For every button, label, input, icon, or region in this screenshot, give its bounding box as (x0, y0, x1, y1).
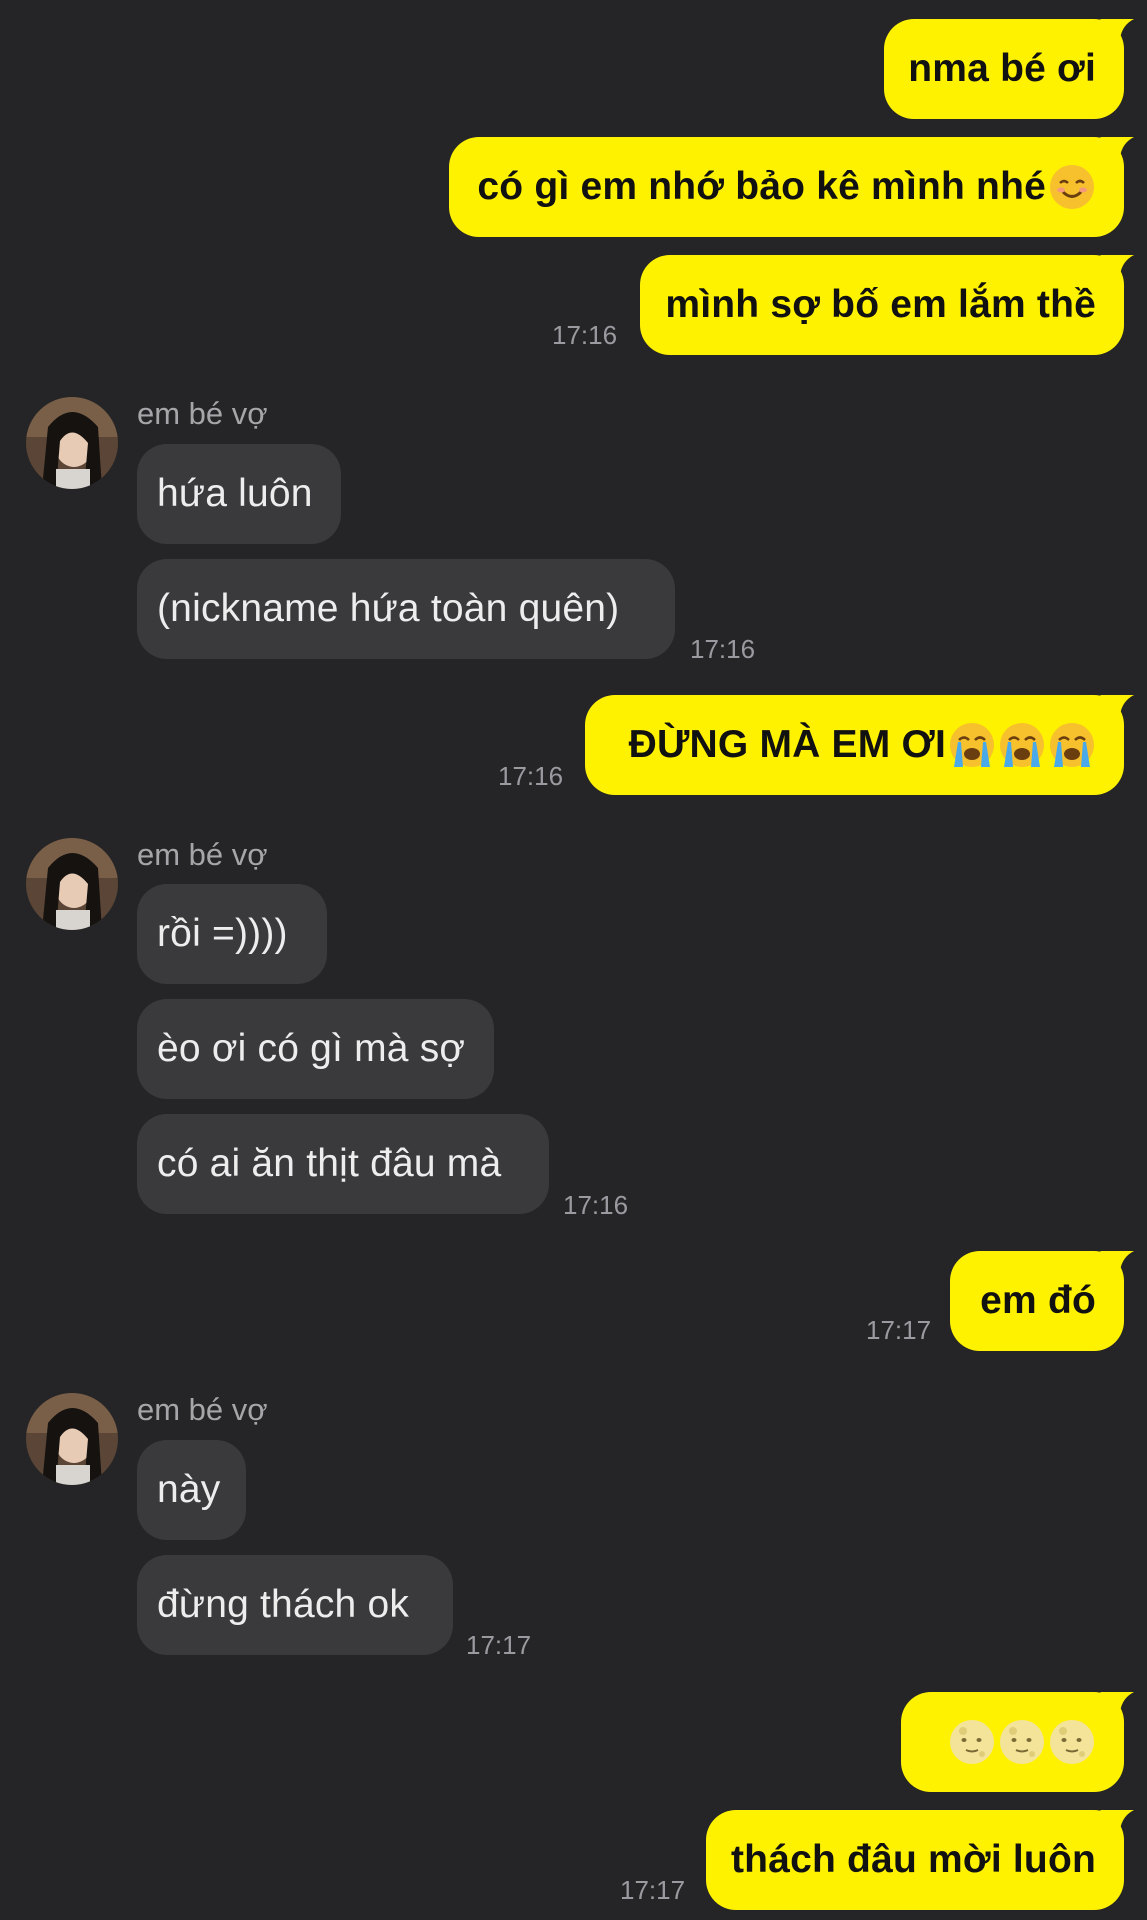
contact-avatar[interactable] (26, 397, 118, 489)
message-text: hứa luôn (157, 472, 313, 515)
bubble-tail (1100, 1251, 1134, 1271)
full-moon-face-icon (950, 1720, 994, 1764)
outgoing-message-bubble[interactable] (901, 1692, 1134, 1792)
outgoing-message-bubble[interactable]: mình sợ bố em lắm thề (640, 255, 1134, 355)
contact-avatar[interactable] (26, 838, 118, 930)
loudly-crying-face-icon (1050, 723, 1094, 767)
message-text: đừng thách ok (157, 1583, 410, 1626)
bubble-tail (1100, 19, 1134, 39)
avatar-photo (26, 397, 118, 489)
sender-name: em bé vợ (137, 1392, 268, 1427)
message-timestamp: 17:17 (620, 1875, 686, 1905)
loudly-crying-face-icon (950, 723, 994, 767)
message-text: em đó (980, 1279, 1096, 1322)
bubble-tail (1100, 1692, 1134, 1712)
smiling-face-icon (1050, 165, 1094, 209)
bubble-tail (1100, 695, 1134, 715)
message-timestamp: 17:16 (563, 1190, 629, 1220)
bubble-tail (1100, 255, 1134, 275)
message-text: có gì em nhớ bảo kê mình nhé (477, 165, 1046, 208)
message-timestamp: 17:17 (466, 1630, 532, 1660)
message-text: này (157, 1468, 221, 1511)
incoming-message-bubble[interactable]: (nickname hứa toàn quên) (137, 559, 675, 659)
message-timestamp: 17:16 (498, 761, 564, 791)
outgoing-message-bubble[interactable]: có gì em nhớ bảo kê mình nhé (449, 137, 1134, 237)
full-moon-face-icon (1000, 1720, 1044, 1764)
outgoing-message-bubble[interactable]: thách đâu mời luôn (706, 1810, 1134, 1910)
bubble-tail (1100, 1810, 1134, 1830)
outgoing-message-bubble[interactable]: em đó (950, 1251, 1134, 1351)
sender-name: em bé vợ (137, 837, 268, 872)
message-timestamp: 17:16 (552, 320, 618, 350)
incoming-message-bubble[interactable]: hứa luôn (137, 444, 341, 544)
contact-avatar[interactable] (26, 1393, 118, 1485)
message-text: (nickname hứa toàn quên) (157, 587, 620, 630)
message-text: mình sợ bố em lắm thề (665, 283, 1096, 326)
message-text: có ai ăn thịt đâu mà (157, 1142, 502, 1185)
message-text: ĐỪNG MÀ EM ƠI (628, 723, 946, 766)
outgoing-message-bubble[interactable]: ĐỪNG MÀ EM ƠI (585, 695, 1134, 795)
outgoing-message-bubble[interactable]: nma bé ơi (884, 19, 1134, 119)
sender-name: em bé vợ (137, 396, 268, 431)
avatar-photo (26, 1393, 118, 1485)
avatar-photo (26, 838, 118, 930)
incoming-message-bubble[interactable]: này (137, 1440, 246, 1540)
incoming-message-bubble[interactable]: èo ơi có gì mà sợ (137, 999, 494, 1099)
incoming-message-bubble[interactable]: rồi =)))) (137, 884, 327, 984)
bubble-tail (1100, 137, 1134, 157)
message-text: thách đâu mời luôn (731, 1838, 1096, 1881)
incoming-message-bubble[interactable]: đừng thách ok (137, 1555, 453, 1655)
message-text: èo ơi có gì mà sợ (157, 1027, 466, 1070)
message-timestamp: 17:16 (690, 634, 756, 664)
incoming-message-bubble[interactable]: có ai ăn thịt đâu mà (137, 1114, 549, 1214)
full-moon-face-icon (1050, 1720, 1094, 1764)
loudly-crying-face-icon (1000, 723, 1044, 767)
message-text: rồi =)))) (157, 912, 288, 955)
message-timestamp: 17:17 (866, 1315, 932, 1345)
message-text: nma bé ơi (908, 47, 1096, 90)
